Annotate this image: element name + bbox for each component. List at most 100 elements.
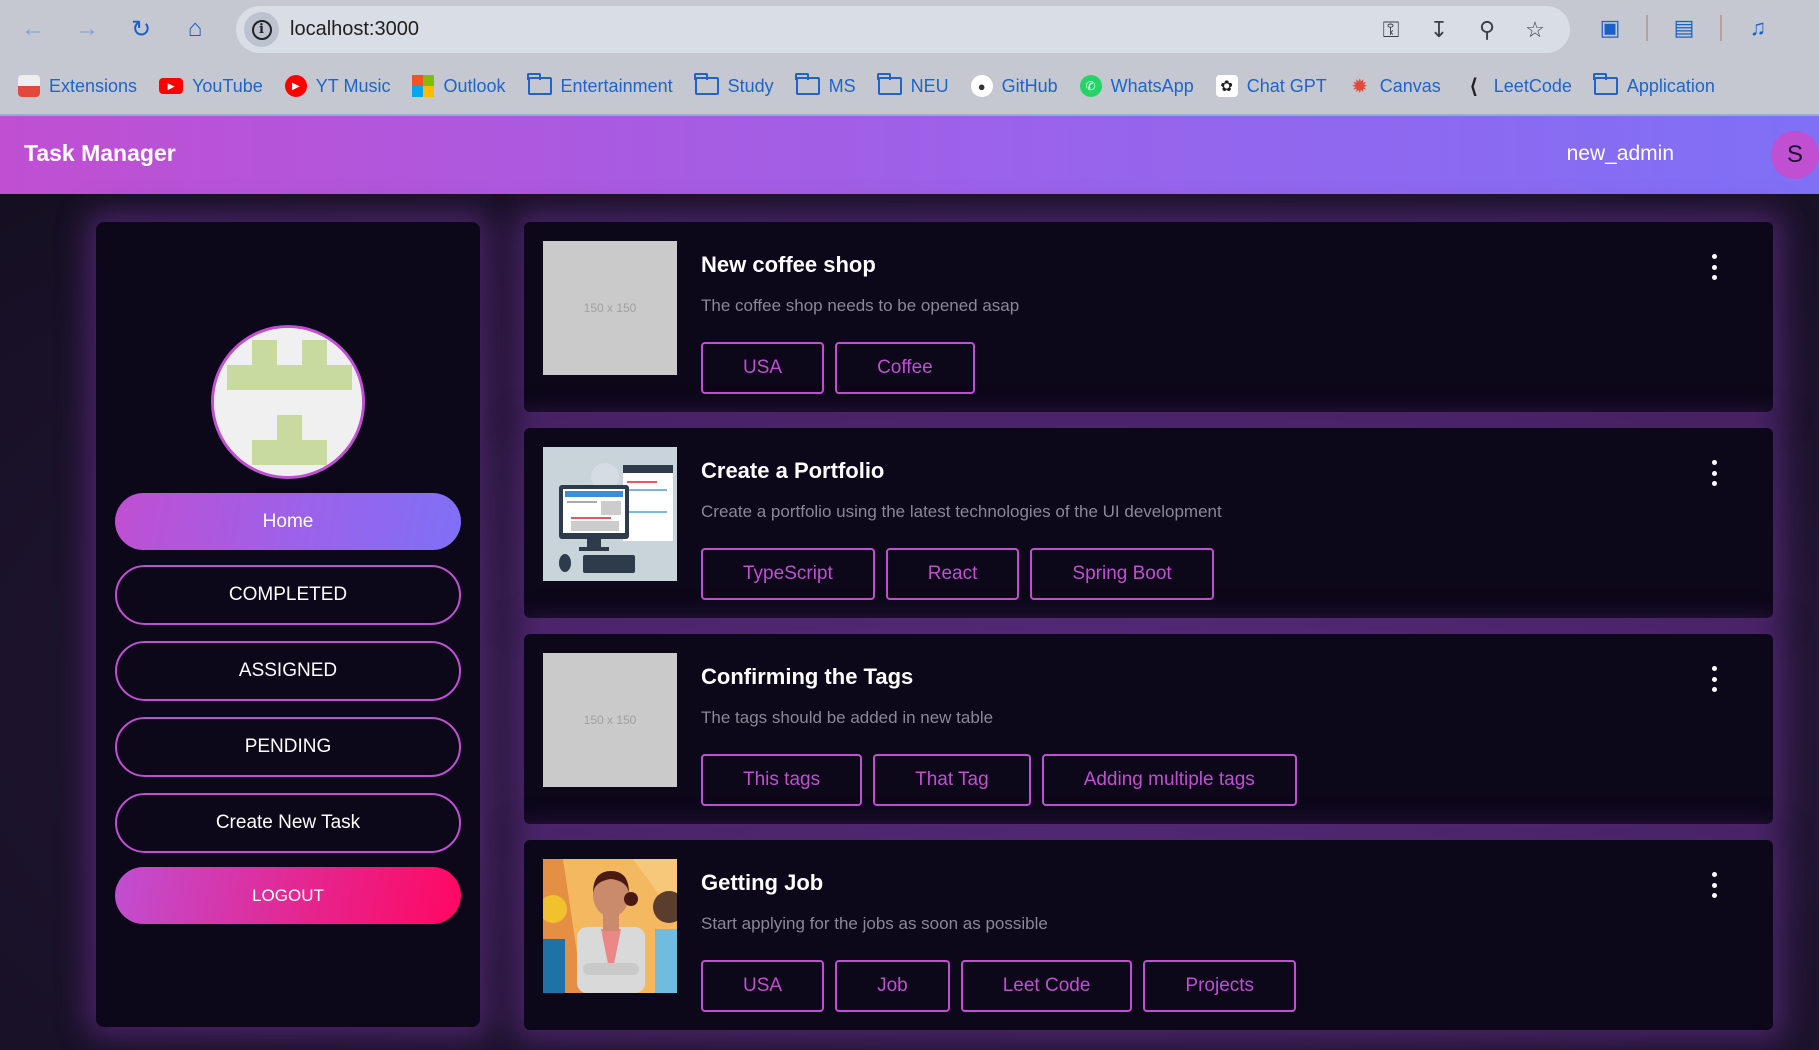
- github-icon: ●: [970, 75, 993, 97]
- more-options-icon[interactable]: [1707, 254, 1721, 280]
- whatsapp-icon: ✆: [1079, 75, 1102, 97]
- task-tags: USA Job Leet Code Projects: [701, 960, 1297, 1012]
- site-info-icon[interactable]: i: [244, 12, 279, 47]
- bookmark-label: LeetCode: [1493, 75, 1572, 96]
- home-button[interactable]: ⌂: [178, 12, 212, 46]
- tag-chip[interactable]: That Tag: [873, 754, 1031, 806]
- tag-chip[interactable]: Projects: [1143, 960, 1297, 1012]
- bookmark-outlook[interactable]: Outlook: [412, 75, 506, 97]
- bookmark-star-icon[interactable]: ☆: [1520, 16, 1550, 44]
- tag-chip[interactable]: React: [885, 548, 1020, 600]
- folder-icon: [877, 73, 902, 95]
- bookmark-yt-music[interactable]: ▶ YT Music: [284, 75, 391, 97]
- task-description: The coffee shop needs to be opened asap: [701, 296, 1020, 315]
- placeholder-text: 150 x 150: [583, 301, 637, 315]
- bookmark-label: Study: [727, 75, 774, 96]
- bookmark-study[interactable]: Study: [694, 73, 774, 97]
- back-button[interactable]: ←: [16, 12, 50, 46]
- bookmark-canvas[interactable]: ✹ Canvas: [1349, 75, 1441, 98]
- sidebar: Home COMPLETED ASSIGNED PENDING Create N…: [96, 222, 480, 1027]
- address-bar[interactable]: i localhost:3000 ⚿ ↧ ⚲ ☆: [236, 6, 1570, 53]
- user-avatar[interactable]: S: [1771, 131, 1819, 179]
- folder-icon: [527, 73, 552, 95]
- sidebar-item-home[interactable]: Home: [115, 493, 461, 550]
- yt-music-icon: ▶: [284, 75, 307, 97]
- sidebar-item-assigned[interactable]: ASSIGNED: [115, 641, 461, 701]
- microsoft-icon: [412, 75, 435, 97]
- bookmark-label: Canvas: [1379, 75, 1441, 96]
- bookmark-application[interactable]: Application: [1593, 73, 1715, 97]
- reload-button[interactable]: ↻: [124, 12, 158, 46]
- bookmark-neu[interactable]: NEU: [877, 73, 949, 97]
- bookmark-leetcode[interactable]: ⟨ LeetCode: [1463, 75, 1572, 98]
- more-options-icon[interactable]: [1707, 666, 1721, 692]
- forward-button[interactable]: →: [70, 12, 104, 46]
- more-options-icon[interactable]: [1707, 460, 1721, 486]
- sidebar-item-completed[interactable]: COMPLETED: [115, 565, 461, 625]
- task-tags: USA Coffee: [701, 342, 975, 394]
- tag-chip[interactable]: Job: [835, 960, 950, 1012]
- tag-chip[interactable]: Coffee: [835, 342, 975, 394]
- reading-list-icon[interactable]: ▤: [1668, 12, 1700, 44]
- zoom-icon[interactable]: ⚲: [1472, 16, 1502, 44]
- task-card[interactable]: Create a Portfolio Create a portfolio us…: [524, 428, 1773, 618]
- folder-icon: [795, 73, 820, 95]
- task-image-computer: [543, 447, 677, 581]
- browser-toolbar: ← → ↻ ⌂ i localhost:3000 ⚿ ↧ ⚲ ☆ ▣ ▤ ♫: [0, 0, 1819, 58]
- media-control-icon[interactable]: ♫: [1742, 12, 1774, 44]
- tag-chip[interactable]: Leet Code: [960, 960, 1133, 1012]
- task-card[interactable]: 150 x 150 New coffee shop The coffee sho…: [524, 222, 1773, 412]
- placeholder-text: 150 x 150: [583, 713, 637, 727]
- toolbar-divider: [1646, 15, 1648, 41]
- bookmark-label: Entertainment: [560, 75, 673, 96]
- bookmark-label: NEU: [910, 75, 949, 96]
- bookmark-chatgpt[interactable]: ✿ Chat GPT: [1215, 75, 1327, 97]
- task-card[interactable]: 150 x 150 Confirming the Tags The tags s…: [524, 634, 1773, 824]
- bookmark-extensions[interactable]: Extensions: [18, 75, 137, 97]
- tag-chip[interactable]: TypeScript: [701, 548, 875, 600]
- app-header: Task Manager new_admin S: [0, 116, 1819, 194]
- chrome-extensions-icon: [18, 75, 40, 97]
- bookmark-label: WhatsApp: [1110, 75, 1194, 96]
- sidebar-item-pending[interactable]: PENDING: [115, 717, 461, 777]
- tag-chip[interactable]: USA: [701, 960, 825, 1012]
- bookmark-youtube[interactable]: ▶ YouTube: [159, 76, 263, 97]
- logout-button[interactable]: LOGOUT: [115, 867, 461, 924]
- task-title: New coffee shop: [701, 252, 876, 277]
- sidebar-item-create-new-task[interactable]: Create New Task: [115, 793, 461, 853]
- bookmark-label: Outlook: [443, 75, 506, 96]
- tag-chip[interactable]: Spring Boot: [1030, 548, 1214, 600]
- toolbar-divider: [1720, 15, 1722, 41]
- task-title: Create a Portfolio: [701, 458, 885, 483]
- install-app-icon[interactable]: ↧: [1424, 16, 1454, 44]
- task-description: Create a portfolio using the latest tech…: [701, 502, 1222, 521]
- bookmark-ms[interactable]: MS: [795, 73, 856, 97]
- bookmark-label: YT Music: [315, 75, 391, 96]
- more-options-icon[interactable]: [1707, 872, 1721, 898]
- bookmarks-bar: Extensions ▶ YouTube ▶ YT Music Outlook …: [0, 58, 1819, 116]
- bookmark-label: Application: [1626, 75, 1715, 96]
- app-title: Task Manager: [24, 140, 176, 166]
- bookmark-whatsapp[interactable]: ✆ WhatsApp: [1079, 75, 1194, 97]
- tag-chip[interactable]: USA: [701, 342, 825, 394]
- bookmark-entertainment[interactable]: Entertainment: [527, 73, 673, 97]
- tag-chip[interactable]: This tags: [701, 754, 863, 806]
- task-description: The tags should be added in new table: [701, 708, 994, 727]
- bookmark-label: YouTube: [192, 75, 263, 96]
- bookmark-github[interactable]: ● GitHub: [970, 75, 1058, 97]
- bookmark-label: Extensions: [49, 75, 138, 96]
- bookmark-label: GitHub: [1001, 75, 1058, 96]
- extensions-puzzle-icon[interactable]: ▣: [1594, 12, 1626, 44]
- task-title: Confirming the Tags: [701, 664, 914, 689]
- task-tags: TypeScript React Spring Boot: [701, 548, 1214, 600]
- professionals-illustration: [543, 859, 677, 993]
- url-text[interactable]: localhost:3000: [290, 18, 419, 41]
- bookmark-label: MS: [828, 75, 856, 96]
- leetcode-icon: ⟨: [1469, 75, 1478, 98]
- task-card[interactable]: Getting Job Start applying for the jobs …: [524, 840, 1773, 1030]
- profile-avatar: [211, 325, 365, 479]
- computer-illustration: [543, 447, 677, 581]
- task-image-placeholder: 150 x 150: [543, 653, 677, 787]
- password-key-icon[interactable]: ⚿: [1376, 16, 1406, 44]
- tag-chip[interactable]: Adding multiple tags: [1041, 754, 1297, 806]
